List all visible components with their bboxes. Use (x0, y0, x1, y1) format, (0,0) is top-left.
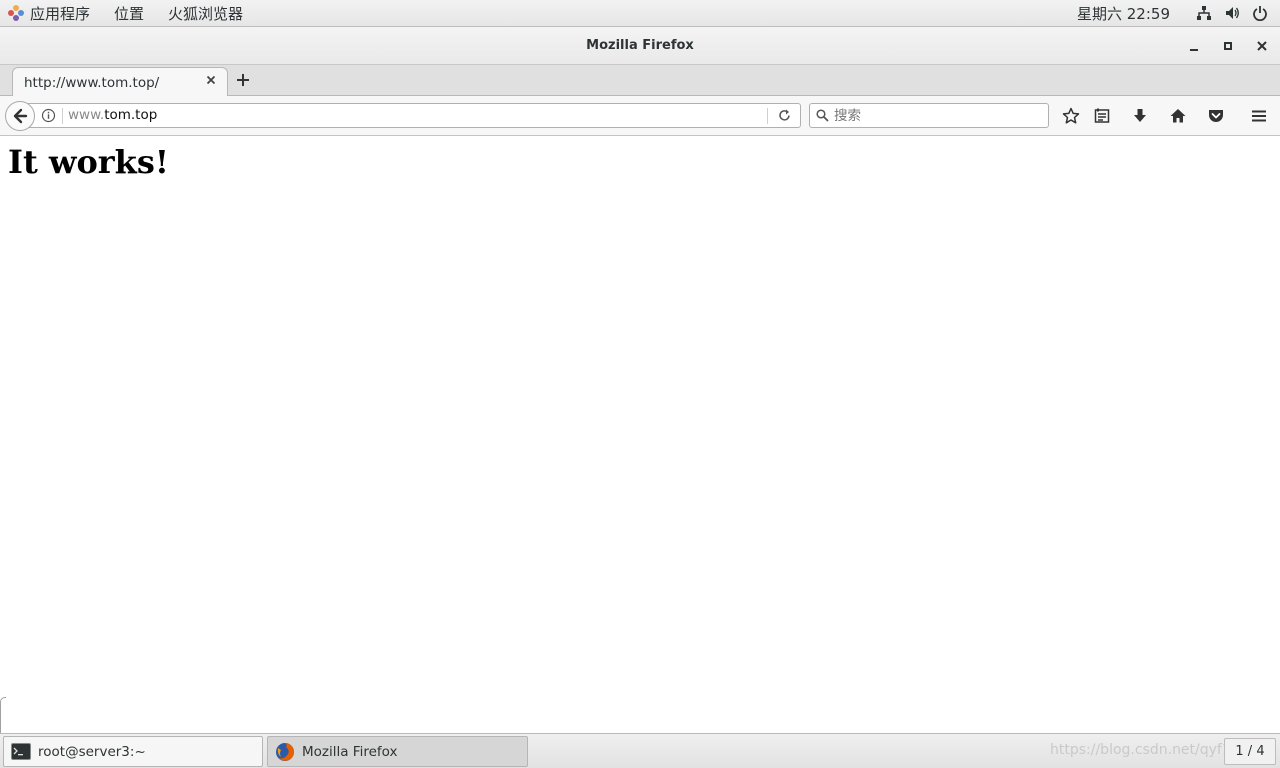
maximize-button[interactable] (1211, 27, 1245, 65)
places-menu[interactable]: 位置 (114, 3, 144, 24)
downloads-button[interactable] (1128, 104, 1152, 128)
open-menu-button[interactable] (1247, 104, 1271, 128)
gnome-foot-icon (8, 5, 24, 21)
url-separator (62, 108, 63, 124)
plus-icon (237, 74, 249, 86)
hamburger-menu-icon (1252, 110, 1266, 122)
back-button[interactable] (5, 101, 35, 131)
tab-active[interactable]: http://www.tom.top/ (12, 67, 228, 97)
url-host: tom.top (104, 107, 158, 123)
back-arrow-icon (13, 108, 28, 124)
reload-icon[interactable] (777, 108, 792, 127)
url-text[interactable]: www.tom.top (68, 107, 157, 123)
window-list-taskbar: root@server3:~ Mozilla Firefox https://b… (0, 733, 1280, 768)
workspace-indicator[interactable]: 1 / 4 (1224, 738, 1276, 765)
new-tab-button[interactable] (232, 69, 254, 91)
url-bar[interactable]: www.tom.top (28, 103, 801, 128)
reload-separator (767, 108, 768, 124)
navigation-toolbar: www.tom.top (0, 96, 1280, 136)
taskbar-item-firefox[interactable]: Mozilla Firefox (267, 736, 528, 767)
applications-menu-label: 应用程序 (30, 4, 91, 23)
close-window-button[interactable] (1245, 27, 1279, 65)
minimize-icon (1190, 49, 1198, 51)
page-heading: It works! (8, 143, 169, 181)
site-info-icon[interactable] (41, 108, 56, 127)
search-input[interactable] (832, 105, 1042, 126)
applications-menu[interactable]: 应用程序 (0, 3, 114, 24)
close-icon (206, 75, 216, 85)
tab-close-button[interactable] (205, 75, 217, 89)
network-icon[interactable] (1190, 0, 1218, 27)
search-bar[interactable] (809, 103, 1049, 128)
taskbar-item-terminal[interactable]: root@server3:~ (3, 736, 263, 767)
power-icon[interactable] (1246, 0, 1274, 27)
bookmark-star-button[interactable] (1059, 104, 1083, 128)
terminal-icon (10, 742, 32, 762)
watermark-text: https://blog.csdn.net/qyf15 (1050, 742, 1240, 758)
taskbar-item-label: root@server3:~ (38, 743, 146, 760)
window-titlebar[interactable]: Mozilla Firefox (0, 27, 1280, 65)
pocket-button[interactable] (1204, 104, 1228, 128)
star-icon (1062, 107, 1080, 124)
page-content: It works! (0, 137, 1280, 733)
bookmarks-menu-button[interactable] (1090, 104, 1114, 128)
volume-icon[interactable] (1218, 0, 1246, 27)
gnome-top-bar: 应用程序 位置 火狐浏览器 星期六 22:59 (0, 0, 1280, 27)
search-icon (816, 109, 829, 126)
tab-strip: http://www.tom.top/ (0, 65, 1280, 97)
download-arrow-icon (1134, 109, 1146, 122)
maximize-icon (1224, 42, 1232, 50)
pocket-icon (1209, 110, 1223, 122)
taskbar-item-label: Mozilla Firefox (302, 743, 398, 760)
home-button[interactable] (1166, 104, 1190, 128)
close-icon (1257, 41, 1267, 51)
bookmarks-list-icon (1094, 108, 1110, 123)
firefox-icon (274, 742, 296, 762)
clock[interactable]: 星期六 22:59 (1077, 3, 1170, 24)
minimize-button[interactable] (1177, 27, 1211, 65)
url-prefix: www. (68, 107, 105, 123)
active-app-menu[interactable]: 火狐浏览器 (168, 3, 243, 24)
status-panel-edge (0, 697, 6, 733)
window-title: Mozilla Firefox (586, 38, 694, 53)
home-icon (1170, 109, 1186, 123)
tab-title: http://www.tom.top/ (24, 74, 160, 91)
